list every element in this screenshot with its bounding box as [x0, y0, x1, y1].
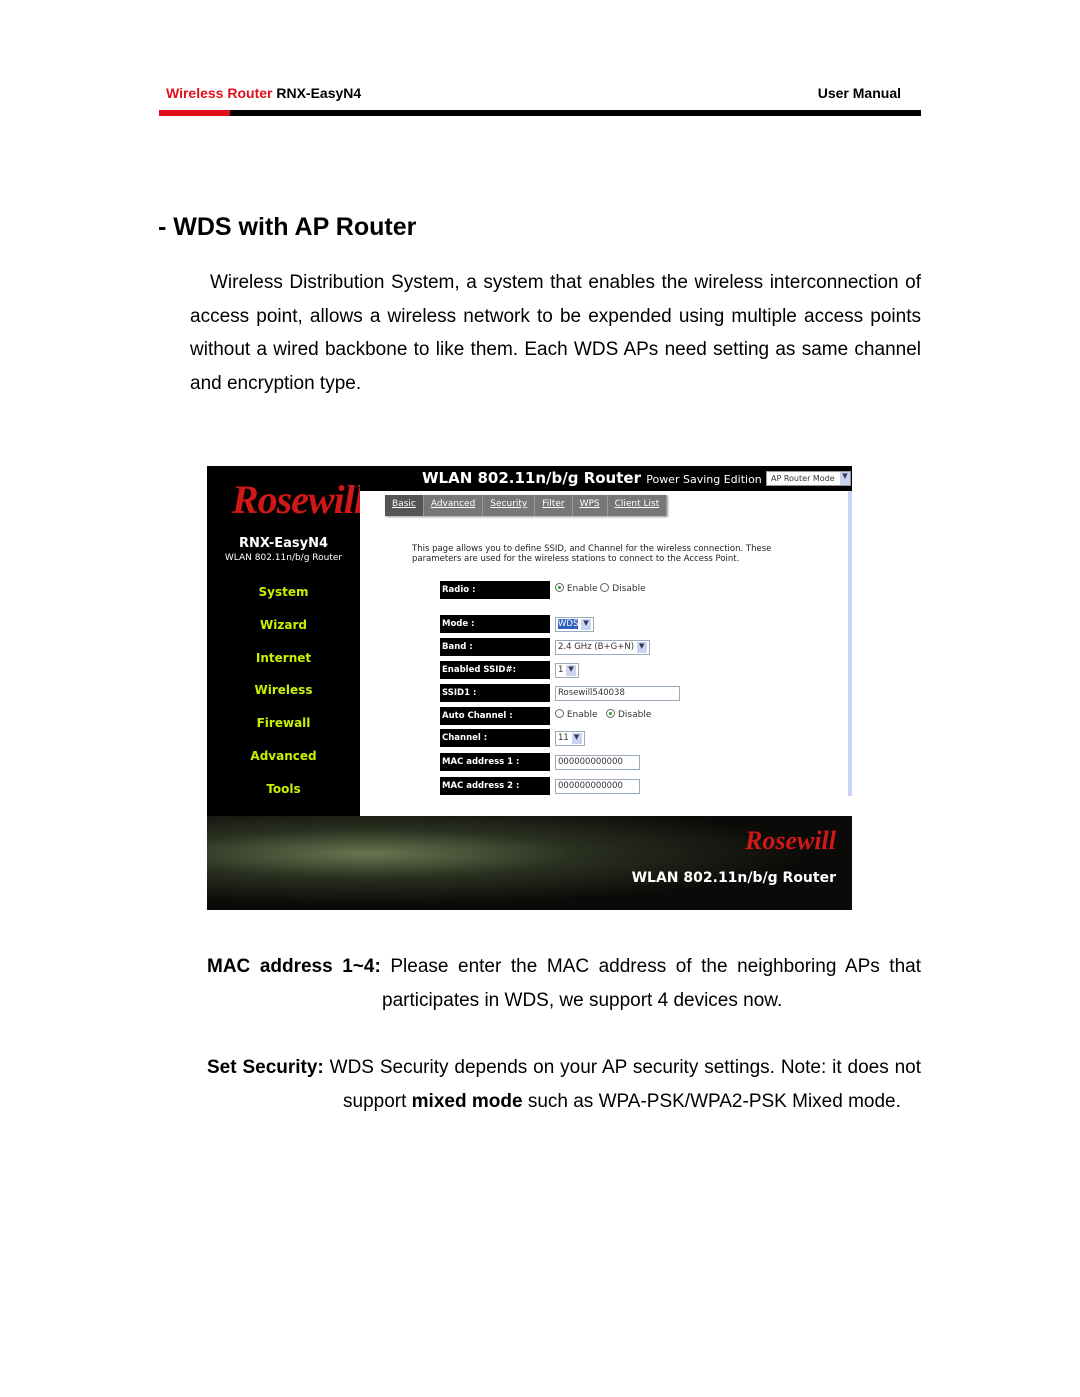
auto-channel-enable[interactable] — [555, 709, 564, 718]
auto-channel-enable-label: Enable — [566, 710, 598, 720]
router-title: WLAN 802.11n/b/g Router Power Saving Edi… — [422, 469, 762, 487]
mode-label: Mode : — [440, 615, 550, 633]
router-content: Basic Advanced Security Filter WPS Clien… — [360, 491, 852, 816]
router-screenshot: Rosewill RNX-EasyN4 WLAN 802.11n/b/g Rou… — [207, 466, 852, 910]
mode-select-field[interactable]: WDS ▼ — [555, 617, 595, 632]
enabled-ssid-label: Enabled SSID#: — [440, 661, 550, 679]
section-title: - WDS with AP Router — [158, 213, 417, 241]
band-select[interactable]: 2.4 GHz (B+G+N) ▼ — [555, 640, 650, 655]
enabled-ssid-select[interactable]: 1 ▼ — [555, 663, 580, 678]
router-tabs: Basic Advanced Security Filter WPS Clien… — [385, 495, 668, 516]
menu-internet[interactable]: Internet — [207, 651, 360, 684]
banner-logo: Rosewill — [744, 826, 836, 855]
mode-value: WDS — [558, 619, 579, 629]
definition-text: Please enter the MAC address of the neig… — [382, 956, 922, 1011]
channel-value: 11 — [558, 733, 569, 743]
radio-disable-label: Disable — [612, 584, 646, 594]
enabled-ssid-value: 1 — [558, 665, 564, 675]
mac1-input[interactable]: 000000000000 — [555, 755, 640, 770]
auto-channel-disable-label: Disable — [618, 710, 652, 720]
chevron-down-icon: ▼ — [581, 619, 592, 630]
router-topbar: WLAN 802.11n/b/g Router Power Saving Edi… — [360, 466, 852, 491]
auto-channel-disable[interactable] — [606, 709, 616, 718]
header-rule — [159, 110, 921, 116]
radio-label: Radio : — [440, 581, 550, 599]
band-value: 2.4 GHz (B+G+N) — [558, 642, 635, 652]
definition-emphasis: mixed mode — [411, 1090, 523, 1112]
mac2-label: MAC address 2 : — [440, 777, 550, 795]
mac2-input[interactable]: 000000000000 — [555, 779, 640, 794]
router-menu: System Wizard Internet Wireless Firewall… — [207, 585, 360, 815]
tab-filter[interactable]: Filter — [535, 495, 573, 516]
radio-enable[interactable] — [555, 583, 564, 592]
tab-advanced[interactable]: Advanced — [424, 495, 484, 516]
menu-wireless[interactable]: Wireless — [207, 683, 360, 716]
chevron-down-icon: ▼ — [840, 472, 850, 485]
tab-basic[interactable]: Basic — [385, 495, 424, 516]
chevron-down-icon: ▼ — [636, 642, 647, 653]
definition-term: MAC address 1~4: — [207, 956, 381, 977]
tab-security[interactable]: Security — [483, 495, 536, 516]
banner-text: WLAN 802.11n/b/g Router — [631, 870, 836, 886]
menu-firewall[interactable]: Firewall — [207, 716, 360, 749]
rosewill-logo: Rosewill — [232, 477, 365, 522]
menu-advanced[interactable]: Advanced — [207, 749, 360, 782]
mode-select[interactable]: AP Router Mode ▼ — [766, 471, 851, 486]
tab-wps[interactable]: WPS — [573, 495, 608, 516]
ssid1-input[interactable]: Rosewill540038 — [555, 686, 680, 701]
tab-client-list[interactable]: Client List — [608, 495, 668, 516]
scrollbar[interactable] — [848, 491, 852, 796]
channel-select[interactable]: 11 ▼ — [555, 731, 585, 746]
menu-system[interactable]: System — [207, 585, 360, 618]
definition-text: such as WPA-PSK/WPA2-PSK Mixed mode. — [527, 1090, 901, 1112]
definition-term: Set Security: — [207, 1057, 324, 1078]
router-title-sub: Power Saving Edition — [646, 473, 762, 486]
mode-select-value: AP Router Mode — [771, 474, 835, 483]
router-model-sub: WLAN 802.11n/b/g Router — [224, 553, 343, 563]
definition-mac-address: MAC address 1~4: Please enter the MAC ad… — [207, 950, 921, 1017]
header-doc: User Manual — [817, 85, 901, 101]
router-model: RNX-EasyN4 — [238, 536, 329, 551]
mac1-label: MAC address 1 : — [440, 753, 550, 771]
router-title-main: WLAN 802.11n/b/g Router — [422, 469, 641, 487]
radio-disable[interactable] — [600, 583, 610, 592]
header-rule-accent — [159, 110, 230, 116]
band-label: Band : — [440, 638, 550, 656]
menu-wizard[interactable]: Wizard — [207, 618, 360, 651]
chevron-down-icon: ▼ — [571, 733, 582, 744]
header-product: Wireless Router RNX-EasyN4 — [166, 85, 361, 101]
menu-tools[interactable]: Tools — [207, 782, 360, 815]
definition-set-security: Set Security: WDS Security depends on yo… — [207, 1051, 921, 1118]
ssid1-label: SSID1 : — [440, 684, 550, 702]
header-product-prefix: Wireless Router — [166, 85, 273, 101]
header-model: RNX-EasyN4 — [276, 85, 362, 101]
page-description: This page allows you to define SSID, and… — [412, 544, 772, 564]
intro-paragraph: Wireless Distribution System, a system t… — [190, 272, 921, 394]
auto-channel-label: Auto Channel : — [440, 707, 550, 725]
router-sidebar: Rosewill RNX-EasyN4 WLAN 802.11n/b/g Rou… — [207, 466, 365, 816]
radio-enable-label: Enable — [566, 584, 598, 594]
channel-label: Channel : — [440, 729, 550, 747]
router-banner: Rosewill WLAN 802.11n/b/g Router — [207, 816, 852, 910]
chevron-down-icon: ▼ — [566, 665, 577, 676]
